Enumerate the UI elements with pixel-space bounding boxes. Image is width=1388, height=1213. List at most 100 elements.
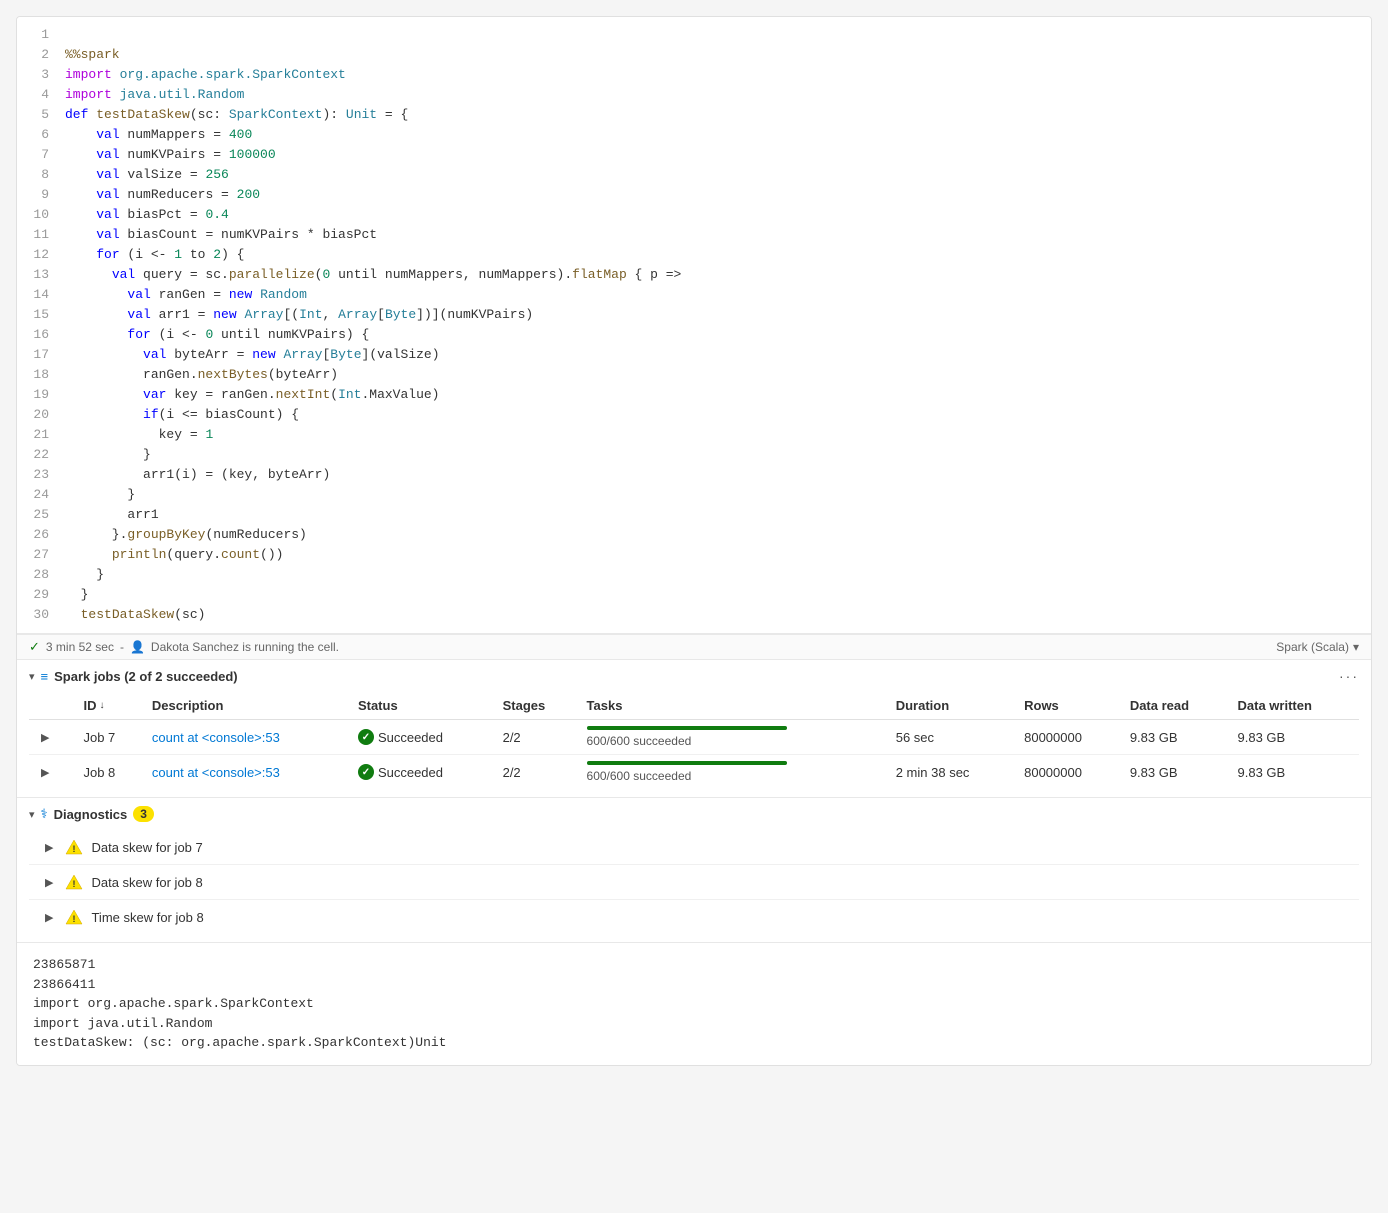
col-id[interactable]: ID ↓ [75,692,143,720]
svg-text:!: ! [73,844,76,854]
job7-tasks-text: 600/600 succeeded [587,734,692,748]
job7-duration-cell: 56 sec [888,720,1016,755]
job8-tasks-cell: 600/600 succeeded [579,755,888,790]
expand-job8-button[interactable]: ▶ [37,764,53,781]
job8-status-label: Succeeded [378,765,443,780]
diagnostics-item-2[interactable]: ▶ ! Data skew for job 8 [29,865,1359,900]
expand-cell[interactable]: ▶ [29,755,75,790]
code-line-24: 24 } [17,485,1371,505]
expand-cell[interactable]: ▶ [29,720,75,755]
code-line-28: 28 } [17,565,1371,585]
output-line-1: 23865871 [33,955,1355,975]
code-area: 1 2 %%spark 3 import org.apache.spark.Sp… [17,17,1371,634]
code-line-20: 20 if(i <= biasCount) { [17,405,1371,425]
expand-diag2-button[interactable]: ▶ [41,874,57,891]
job7-tasks-cell: 600/600 succeeded [579,720,888,755]
kernel-label: Spark (Scala) [1276,640,1349,654]
job7-status-label: Succeeded [378,730,443,745]
diagnostics-section: ▾ ⚕ Diagnostics 3 ▶ ! Data skew for job … [17,797,1371,942]
code-line-21: 21 key = 1 [17,425,1371,445]
job7-datawritten-cell: 9.83 GB [1230,720,1359,755]
user-icon: 👤 [130,640,145,654]
job7-stages-cell: 2/2 [495,720,579,755]
job8-link[interactable]: count at <console>:53 [152,765,280,780]
timing-text: 3 min 52 sec [46,640,114,654]
sort-icon: ↓ [99,700,104,711]
code-line-30: 30 testDataSkew(sc) [17,605,1371,625]
col-status: Status [350,692,495,720]
expand-diag1-button[interactable]: ▶ [41,839,57,856]
job7-progress-bg [587,726,787,730]
job7-desc-cell: count at <console>:53 [144,720,350,755]
job8-status-cell: Succeeded [350,755,495,790]
job8-rows: 80000000 [1024,765,1082,780]
table-header-row: ID ↓ Description Status Stages Tasks Dur… [29,692,1359,720]
col-tasks: Tasks [579,692,888,720]
diagnostics-item-3[interactable]: ▶ ! Time skew for job 8 [29,900,1359,934]
col-expand [29,692,75,720]
spark-jobs-collapse-btn[interactable]: ▾ ≡ Spark jobs (2 of 2 succeeded) [29,669,238,684]
spark-jobs-list-icon: ≡ [41,669,49,684]
job7-datawritten: 9.83 GB [1238,730,1286,745]
code-line-10: 10 val biasPct = 0.4 [17,205,1371,225]
diagnostics-collapse-btn[interactable]: ▾ ⚕ Diagnostics 3 [29,806,1359,822]
diagnostics-icon: ⚕ [41,806,48,822]
table-row: ▶ Job 8 count at <console>:53 Succeeded [29,755,1359,790]
job7-rows-cell: 80000000 [1016,720,1122,755]
job7-link[interactable]: count at <console>:53 [152,730,280,745]
job8-rows-cell: 80000000 [1016,755,1122,790]
spark-jobs-table: ID ↓ Description Status Stages Tasks Dur… [29,692,1359,789]
job7-success-icon [358,729,374,745]
code-line-18: 18 ranGen.nextBytes(byteArr) [17,365,1371,385]
job8-duration-cell: 2 min 38 sec [888,755,1016,790]
kernel-selector[interactable]: Spark (Scala) ▾ [1276,640,1359,654]
job7-dataread: 9.83 GB [1130,730,1178,745]
col-stages: Stages [495,692,579,720]
code-line-13: 13 val query = sc.parallelize(0 until nu… [17,265,1371,285]
user-text: Dakota Sanchez is running the cell. [151,640,339,654]
job8-progress: 600/600 succeeded [587,761,787,783]
more-options-icon[interactable]: ··· [1339,668,1359,684]
spark-jobs-section: ▾ ≡ Spark jobs (2 of 2 succeeded) ··· ID… [17,659,1371,797]
job8-dataread: 9.83 GB [1130,765,1178,780]
job8-success-icon [358,764,374,780]
job8-datawritten-cell: 9.83 GB [1230,755,1359,790]
notebook-cell: 1 2 %%spark 3 import org.apache.spark.Sp… [16,16,1372,1066]
output-area: 23865871 23866411 import org.apache.spar… [17,942,1371,1065]
diagnostics-chevron-icon: ▾ [29,808,35,821]
job8-dataread-cell: 9.83 GB [1122,755,1230,790]
diagnostics-title: Diagnostics [54,807,128,822]
code-line-22: 22 } [17,445,1371,465]
job8-duration: 2 min 38 sec [896,765,970,780]
code-line-14: 14 val ranGen = new Random [17,285,1371,305]
svg-text:!: ! [73,879,76,889]
expand-job7-button[interactable]: ▶ [37,729,53,746]
job8-stages-cell: 2/2 [495,755,579,790]
code-line-16: 16 for (i <- 0 until numKVPairs) { [17,325,1371,345]
output-line-5: testDataSkew: (sc: org.apache.spark.Spar… [33,1033,1355,1053]
expand-diag3-button[interactable]: ▶ [41,909,57,926]
code-line-23: 23 arr1(i) = (key, byteArr) [17,465,1371,485]
output-line-2: 23866411 [33,975,1355,995]
job7-id: Job 7 [83,730,115,745]
warning-icon-2: ! [65,873,83,891]
job8-status: Succeeded [358,764,487,780]
col-description: Description [144,692,350,720]
job8-id-cell: Job 8 [75,755,143,790]
spark-jobs-title: Spark jobs (2 of 2 succeeded) [54,669,238,684]
job7-progress: 600/600 succeeded [587,726,787,748]
code-line-3: 3 import org.apache.spark.SparkContext [17,65,1371,85]
success-check-icon: ✓ [29,639,40,655]
code-line-26: 26 }.groupByKey(numReducers) [17,525,1371,545]
diag-item-2-label: Data skew for job 8 [91,875,202,890]
code-line-1: 1 [17,25,1371,45]
job7-id-cell: Job 7 [75,720,143,755]
table-row: ▶ Job 7 count at <console>:53 Succeeded [29,720,1359,755]
job7-rows: 80000000 [1024,730,1082,745]
diagnostics-item-1[interactable]: ▶ ! Data skew for job 7 [29,830,1359,865]
code-line-5: 5 def testDataSkew(sc: SparkContext): Un… [17,105,1371,125]
output-line-4: import java.util.Random [33,1014,1355,1034]
footer-left: ✓ 3 min 52 sec - 👤 Dakota Sanchez is run… [29,639,339,655]
chevron-down-icon: ▾ [1353,640,1359,654]
job8-datawritten: 9.83 GB [1238,765,1286,780]
